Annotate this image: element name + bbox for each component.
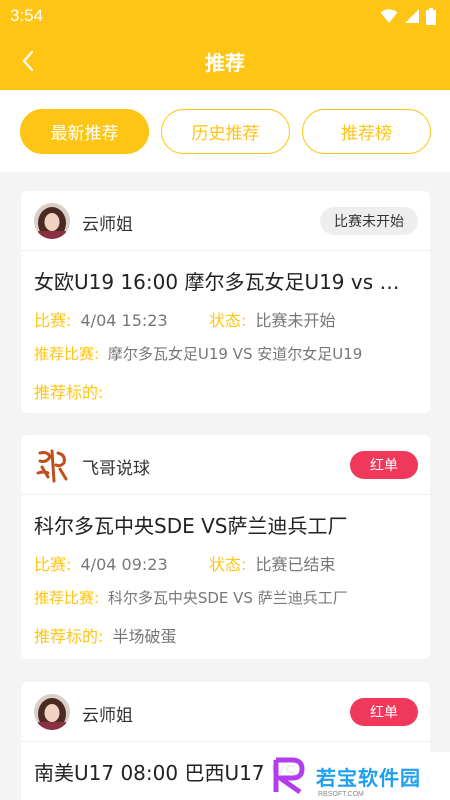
tab-history-recommend[interactable]: 历史推荐: [161, 109, 290, 154]
author-name[interactable]: 云师姐: [82, 210, 133, 235]
avatar[interactable]: [34, 694, 70, 730]
status-row: 状态: 比赛已结束: [209, 551, 336, 575]
battery-icon: [426, 7, 436, 25]
match-title: 科尔多瓦中央SDE VS萨兰迪兵工厂: [34, 514, 348, 538]
match-time-label: 比赛:: [34, 311, 72, 330]
avatar[interactable]: [34, 447, 70, 483]
match-time-value: 4/04 15:23: [80, 311, 168, 330]
author-name[interactable]: 飞哥说球: [82, 454, 150, 479]
match-time-value: 4/04 09:23: [80, 555, 168, 574]
watermark-text: 若宝软件园: [316, 765, 421, 790]
status-label: 状态:: [209, 555, 247, 574]
recommend-match-value: 科尔多瓦中央SDE VS 萨兰迪兵工厂: [107, 589, 348, 607]
recommend-target-label: 推荐标的:: [34, 383, 104, 402]
status-badge: 比赛未开始: [320, 207, 418, 235]
avatar[interactable]: [34, 203, 70, 239]
recommend-match-label: 推荐比赛:: [34, 345, 100, 363]
logo-r-icon: [273, 757, 305, 795]
tab-latest-recommend[interactable]: 最新推荐: [20, 109, 149, 154]
watermark-logo: 若宝软件园 RBSOFT.COM: [266, 752, 450, 800]
match-time-row: 比赛: 4/04 15:23: [34, 307, 168, 331]
status-label: 状态:: [209, 311, 247, 330]
match-title: 女欧U19 16:00 摩尔多瓦女足U19 vs 安道尔女足U19: [34, 270, 417, 294]
match-time-row: 比赛: 4/04 09:23: [34, 551, 168, 575]
author-name[interactable]: 云师姐: [82, 701, 133, 726]
recommend-card[interactable]: 飞哥说球 红单 科尔多瓦中央SDE VS萨兰迪兵工厂 比赛: 4/04 09:2…: [21, 435, 430, 659]
recommend-target-row: 推荐标的: 半场破蛋: [34, 623, 177, 647]
recommend-match-label: 推荐比赛:: [34, 589, 100, 607]
tab-recommend-ranking[interactable]: 推荐榜: [302, 109, 431, 154]
recommend-target-label: 推荐标的:: [34, 627, 104, 646]
recommend-target-value: 半场破蛋: [112, 627, 177, 646]
status-row: 状态: 比赛未开始: [209, 307, 336, 331]
status-time: 3:54: [10, 6, 44, 25]
recommend-card[interactable]: 云师姐 比赛未开始 女欧U19 16:00 摩尔多瓦女足U19 vs 安道尔女足…: [21, 191, 430, 413]
signal-icon: [405, 9, 419, 23]
status-value: 比赛已结束: [255, 555, 336, 574]
nav-bar: 推荐: [0, 32, 450, 90]
status-value: 比赛未开始: [255, 311, 336, 330]
page-title: 推荐: [205, 50, 245, 75]
status-bar: 3:54: [0, 0, 450, 32]
recommend-match-row: 推荐比赛: 科尔多瓦中央SDE VS 萨兰迪兵工厂: [34, 587, 348, 608]
recommend-match-value: 摩尔多瓦女足U19 VS 安道尔女足U19: [107, 345, 363, 363]
tabs-bar: 最新推荐 历史推荐 推荐榜: [0, 90, 450, 172]
card-header: 云师姐 比赛未开始: [21, 191, 430, 251]
card-header: 云师姐 红单: [21, 682, 430, 742]
result-badge: 红单: [350, 698, 418, 726]
recommend-match-row: 推荐比赛: 摩尔多瓦女足U19 VS 安道尔女足U19: [34, 343, 362, 364]
card-header: 飞哥说球 红单: [21, 435, 430, 495]
back-button[interactable]: [12, 45, 44, 77]
recommend-target-row: 推荐标的:: [34, 379, 107, 403]
status-icons: [380, 7, 436, 25]
watermark-subtext: RBSOFT.COM: [318, 791, 364, 798]
result-badge: 红单: [350, 451, 418, 479]
chevron-left-icon: [22, 50, 34, 72]
wifi-icon: [380, 9, 398, 23]
match-time-label: 比赛:: [34, 555, 72, 574]
